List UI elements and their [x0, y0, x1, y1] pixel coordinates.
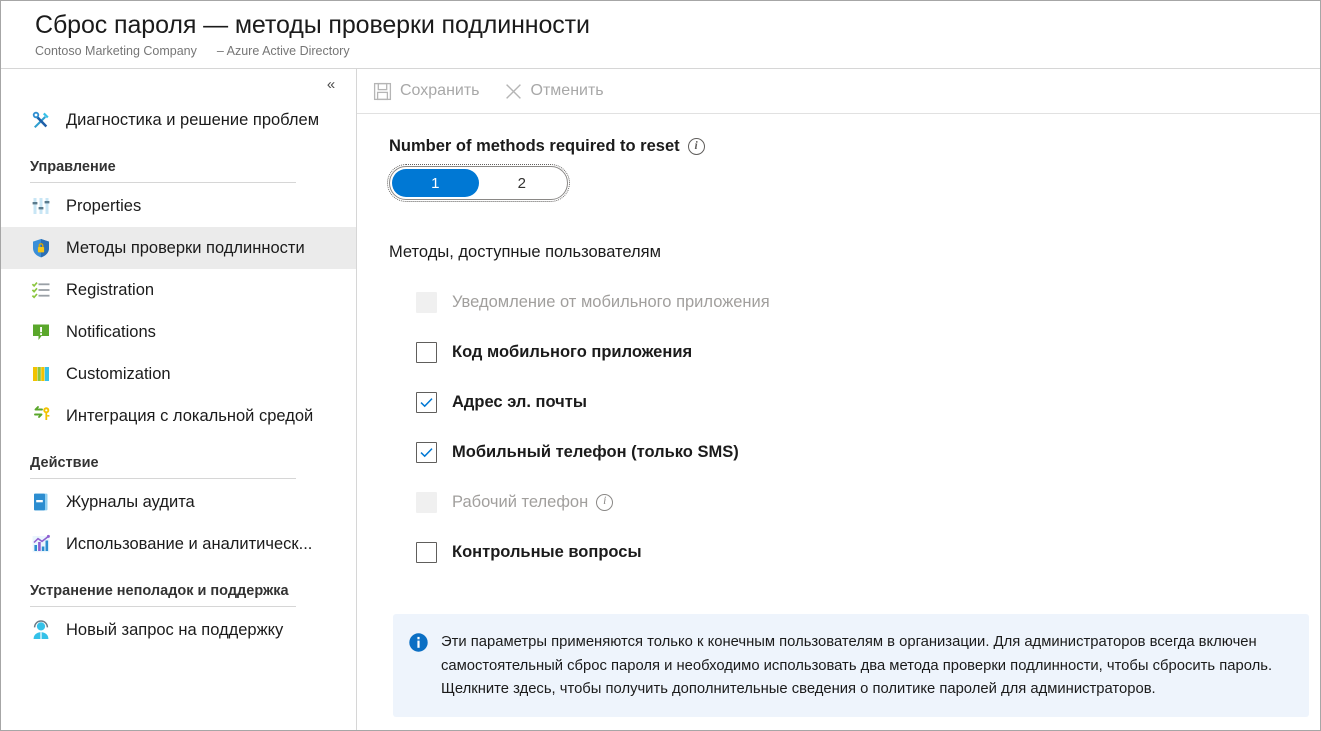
- method-label[interactable]: Код мобильного приложения: [452, 343, 692, 362]
- sidebar-item-label: Интеграция с локальной средой: [66, 406, 314, 425]
- checkbox: [416, 491, 437, 513]
- blade-subtitle: Contoso Marketing Company – Azure Active…: [35, 44, 1320, 58]
- methods-count-label-row: Number of methods required to reset i: [389, 137, 1306, 156]
- checkbox: [416, 291, 437, 313]
- sidebar-item-label: Properties: [66, 196, 142, 215]
- info-banner: Эти параметры применяются только к конеч…: [393, 614, 1309, 717]
- save-label: Сохранить: [400, 82, 480, 99]
- cancel-label: Отменить: [530, 82, 604, 99]
- info-icon[interactable]: i: [596, 493, 614, 511]
- sidebar-item-label: Notifications: [66, 322, 156, 341]
- save-icon: [373, 82, 392, 101]
- checkbox[interactable]: [416, 341, 437, 363]
- sidebar-item-label: Новый запрос на поддержку: [66, 620, 284, 639]
- method-row-mobile-phone-sms[interactable]: Мобильный телефон (только SMS): [389, 427, 1306, 477]
- info-filled-icon: [408, 631, 429, 702]
- method-label[interactable]: Контрольные вопросы: [452, 543, 642, 562]
- available-methods-label: Методы, доступные пользователям: [389, 243, 661, 261]
- sidebar-item-label: Использование и аналитическ...: [66, 534, 313, 553]
- cancel-button[interactable]: Отменить: [502, 79, 606, 104]
- section-title: Действие: [30, 455, 99, 471]
- checkbox-checked[interactable]: [416, 441, 437, 463]
- sidebar-section-management: Управление: [1, 141, 356, 183]
- close-icon: [504, 82, 523, 101]
- section-title: Устранение неполадок и поддержка: [30, 583, 289, 599]
- sidebar-item-diagnostics[interactable]: Диагностика и решение проблем: [1, 99, 356, 141]
- org-name: Contoso Marketing Company: [35, 44, 197, 58]
- info-icon[interactable]: i: [687, 138, 705, 155]
- sidebar-section-activity: Действие: [1, 437, 356, 479]
- tools-icon: [30, 109, 52, 131]
- divider: [30, 606, 296, 607]
- customization-icon: [30, 363, 52, 385]
- sidebar-item-properties[interactable]: Properties: [1, 185, 356, 227]
- sidebar-item-label: Диагностика и решение проблем: [66, 110, 320, 129]
- shield-lock-icon: [30, 237, 52, 259]
- methods-count-label: Number of methods required to reset: [389, 137, 680, 155]
- sidebar-item-label: Журналы аудита: [66, 492, 195, 511]
- method-label: Уведомление от мобильного приложения: [452, 292, 770, 311]
- notification-icon: [30, 321, 52, 343]
- settings-inner: Number of methods required to reset i 1 …: [357, 137, 1320, 577]
- save-button[interactable]: Сохранить: [371, 79, 482, 104]
- section-title: Управление: [30, 159, 116, 175]
- method-label-wrap: Рабочий телефон i: [452, 492, 614, 512]
- info-banner-text: Эти параметры применяются только к конеч…: [441, 634, 1273, 697]
- method-row-email[interactable]: Адрес эл. почты: [389, 377, 1306, 427]
- integration-icon: [30, 405, 52, 427]
- checklist-icon: [30, 279, 52, 301]
- sidebar-item-registration[interactable]: Registration: [1, 269, 356, 311]
- methods-count-option-1[interactable]: 1: [392, 169, 479, 197]
- sidebar-section-support: Устранение неполадок и поддержка: [1, 565, 356, 607]
- audit-book-icon: [30, 491, 52, 513]
- page-title: Сброс пароля — методы проверки подлиннос…: [35, 11, 590, 39]
- blade-header: Сброс пароля — методы проверки подлиннос…: [1, 1, 1320, 68]
- method-label[interactable]: Адрес эл. почты: [452, 393, 587, 412]
- sidebar-item-new-support-request[interactable]: Новый запрос на поддержку: [1, 609, 356, 651]
- methods-count-option-2[interactable]: 2: [479, 169, 566, 197]
- sidebar-item-onpremises-integration[interactable]: Интеграция с локальной средой: [1, 395, 356, 437]
- sidebar-item-audit-logs[interactable]: Журналы аудита: [1, 481, 356, 523]
- method-row-office-phone: Рабочий телефон i: [389, 477, 1306, 527]
- checkbox[interactable]: [416, 541, 437, 563]
- sidebar-item-label: Registration: [66, 280, 155, 299]
- analytics-chart-icon: [30, 533, 52, 555]
- method-label: Рабочий телефон: [452, 492, 589, 511]
- sidebar-item-customization[interactable]: Customization: [1, 353, 356, 395]
- method-row-mobile-app-code[interactable]: Код мобильного приложения: [389, 327, 1306, 377]
- chevron-double-left-icon[interactable]: «: [320, 73, 342, 95]
- sidebar-collapse-row: «: [1, 69, 356, 99]
- divider: [30, 182, 296, 183]
- methods-count-choicegroup[interactable]: 1 2: [387, 164, 570, 202]
- sidebar-item-notifications[interactable]: Notifications: [1, 311, 356, 353]
- divider: [30, 478, 296, 479]
- portal-blade: Сброс пароля — методы проверки подлиннос…: [0, 0, 1321, 731]
- sidebar-item-authentication-methods[interactable]: Методы проверки подлинности: [1, 227, 356, 269]
- method-label[interactable]: Мобильный телефон (только SMS): [452, 443, 739, 462]
- method-row-security-questions[interactable]: Контрольные вопросы: [389, 527, 1306, 577]
- command-bar: Сохранить Отменить: [357, 69, 1320, 114]
- sidebar-item-usage-insights[interactable]: Использование и аналитическ...: [1, 523, 356, 565]
- support-agent-icon: [30, 619, 52, 641]
- sliders-icon: [30, 195, 52, 217]
- method-row-mobile-app-notification: Уведомление от мобильного приложения: [389, 277, 1306, 327]
- checkbox-checked[interactable]: [416, 391, 437, 413]
- sidebar: « Диагностика и решение проблем Управлен…: [1, 69, 357, 730]
- sidebar-item-label: Customization: [66, 364, 171, 383]
- service-name: – Azure Active Directory: [216, 44, 350, 58]
- sidebar-item-label: Методы проверки подлинности: [66, 238, 305, 257]
